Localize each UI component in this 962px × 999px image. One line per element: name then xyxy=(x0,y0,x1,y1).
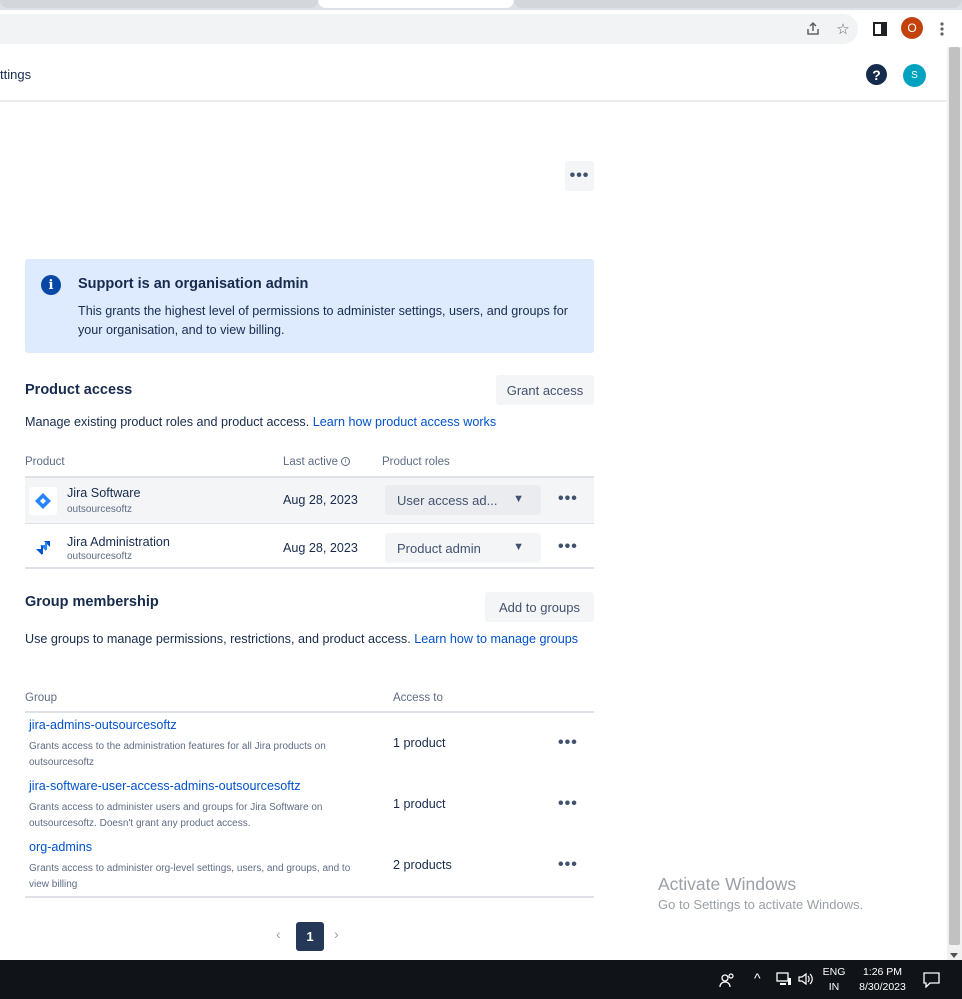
banner-text: This grants the highest level of permiss… xyxy=(78,304,568,337)
side-panel-icon[interactable] xyxy=(871,20,889,38)
column-header-product: Product xyxy=(25,456,65,468)
product-role-value: User access ad... xyxy=(397,492,498,508)
info-icon: i xyxy=(41,275,61,295)
table-row-group: jira-admins-outsourcesoftz Grants access… xyxy=(25,718,594,779)
header-title: ttings xyxy=(0,67,32,82)
group-link[interactable]: org-admins xyxy=(29,840,92,854)
browser-tabstrip xyxy=(0,0,962,10)
banner-title: Support is an organisation admin xyxy=(78,276,309,292)
group-description: Grants access to the administration feat… xyxy=(29,741,326,768)
app-header: ttings ? S xyxy=(0,47,947,102)
more-actions-button[interactable]: ••• xyxy=(565,161,594,191)
group-link[interactable]: jira-software-user-access-admins-outsour… xyxy=(29,779,301,793)
row-more-actions-button[interactable]: ••• xyxy=(558,795,578,813)
browser-toolbar: ☆ O xyxy=(0,10,962,46)
chevron-down-icon: ▼ xyxy=(513,541,524,553)
row-more-actions-button[interactable]: ••• xyxy=(558,734,578,752)
group-membership-description: Use groups to manage permissions, restri… xyxy=(25,632,579,646)
table-bottom-divider xyxy=(25,567,594,569)
add-to-groups-button[interactable]: Add to groups xyxy=(485,592,594,622)
table-row-jira-software[interactable]: Jira Software outsourcesoftz Aug 28, 202… xyxy=(25,478,594,523)
row-more-actions-button[interactable]: ••• xyxy=(558,490,578,508)
admin-info-banner: i Support is an organisation admin This … xyxy=(25,259,594,353)
product-role-value: Product admin xyxy=(397,540,481,556)
learn-manage-groups-link[interactable]: Learn how to manage groups xyxy=(414,632,578,646)
table-header-divider xyxy=(25,711,594,713)
share-icon[interactable] xyxy=(804,20,822,38)
product-access-description: Manage existing product roles and produc… xyxy=(25,415,497,429)
jira-software-icon xyxy=(29,487,57,515)
pagination-prev-icon[interactable]: ‹ xyxy=(276,926,281,942)
browser-profile-avatar[interactable]: O xyxy=(901,17,923,39)
browser-menu-icon[interactable] xyxy=(933,20,951,38)
group-access-count: 1 product xyxy=(393,797,446,811)
product-access-title: Product access xyxy=(25,382,133,398)
product-name: Jira Software xyxy=(67,486,141,500)
table-row-group: jira-software-user-access-admins-outsour… xyxy=(25,779,594,840)
row-more-actions-button[interactable]: ••• xyxy=(558,856,578,874)
column-header-last-active: Last active i xyxy=(283,456,351,468)
people-icon[interactable] xyxy=(719,972,735,991)
activate-windows-subtitle: Go to Settings to activate Windows. xyxy=(658,897,864,912)
product-name: Jira Administration xyxy=(67,535,170,549)
page-scrollbar[interactable] xyxy=(947,47,962,960)
help-icon[interactable]: ? xyxy=(866,64,887,85)
column-header-product-roles: Product roles xyxy=(382,456,450,468)
product-role-select[interactable]: Product admin ▼ xyxy=(385,533,541,563)
browser-tab[interactable] xyxy=(0,0,318,8)
group-description: Grants access to administer users and gr… xyxy=(29,802,323,829)
chevron-down-icon: ▼ xyxy=(513,493,524,505)
table-row-jira-administration[interactable]: Jira Administration outsourcesoftz Aug 2… xyxy=(25,525,594,570)
network-icon[interactable] xyxy=(776,972,792,989)
column-header-access: Access to xyxy=(393,692,443,704)
jira-administration-icon xyxy=(29,534,57,562)
browser-tab[interactable] xyxy=(514,0,962,8)
input-language-indicator[interactable]: ENG IN xyxy=(822,965,846,995)
product-role-select[interactable]: User access ad... ▼ xyxy=(385,485,541,515)
group-access-count: 2 products xyxy=(393,858,452,872)
browser-tab-active[interactable] xyxy=(318,0,514,8)
row-more-actions-button[interactable]: ••• xyxy=(558,538,578,556)
row-divider xyxy=(25,523,594,524)
scrollbar-thumb[interactable] xyxy=(949,47,960,945)
windows-taskbar: ^ ENG IN 1:26 PM 8/30/2023 xyxy=(0,960,962,999)
user-avatar[interactable]: S xyxy=(903,64,926,87)
table-row-group: org-admins Grants access to administer o… xyxy=(25,840,594,901)
pagination-page-current[interactable]: 1 xyxy=(296,922,324,951)
product-site: outsourcesoftz xyxy=(67,504,133,515)
scroll-down-icon[interactable] xyxy=(950,953,958,958)
last-active-date: Aug 28, 2023 xyxy=(283,493,358,507)
product-site: outsourcesoftz xyxy=(67,551,133,562)
column-header-group: Group xyxy=(25,692,57,704)
group-description: Grants access to administer org-level se… xyxy=(29,863,351,890)
group-membership-title: Group membership xyxy=(25,594,159,610)
address-bar[interactable] xyxy=(0,14,858,44)
chevron-up-icon[interactable]: ^ xyxy=(754,970,761,986)
pagination-next-icon[interactable]: › xyxy=(334,926,339,942)
table-bottom-divider xyxy=(25,896,594,898)
last-active-date: Aug 28, 2023 xyxy=(283,541,358,555)
bookmark-star-icon[interactable]: ☆ xyxy=(834,20,852,38)
activate-windows-title: Activate Windows xyxy=(658,874,797,894)
group-link[interactable]: jira-admins-outsourcesoftz xyxy=(29,718,177,732)
group-access-count: 1 product xyxy=(393,736,446,750)
learn-product-access-link[interactable]: Learn how product access works xyxy=(313,415,496,429)
info-circle-icon[interactable]: i xyxy=(341,457,351,467)
notifications-icon[interactable] xyxy=(923,972,940,991)
taskbar-clock[interactable]: 1:26 PM 8/30/2023 xyxy=(855,965,910,995)
volume-icon[interactable] xyxy=(798,972,814,989)
grant-access-button[interactable]: Grant access xyxy=(496,375,594,405)
